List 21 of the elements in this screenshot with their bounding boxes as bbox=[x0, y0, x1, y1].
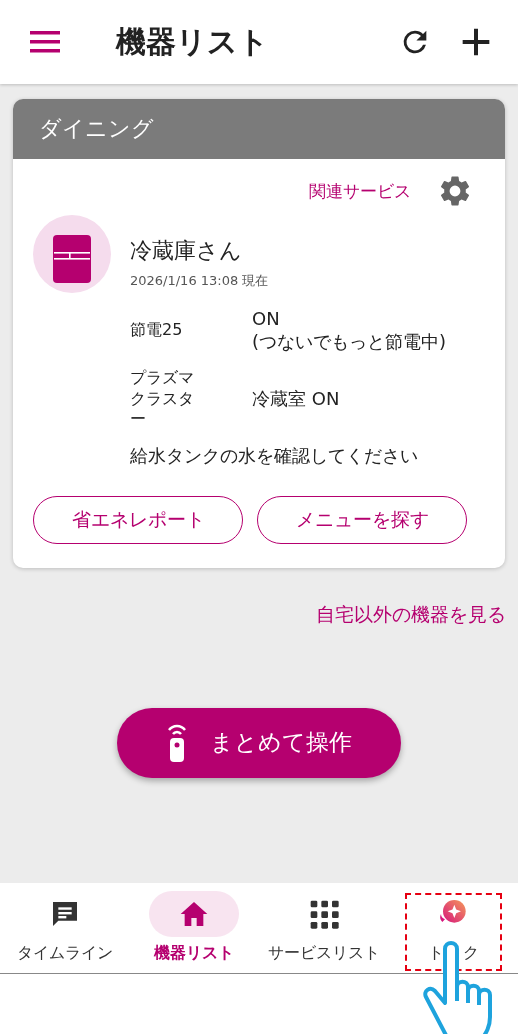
bulk-operation-button[interactable]: まとめて操作 bbox=[117, 707, 401, 778]
property-value: 冷蔵室 ON bbox=[252, 387, 341, 411]
outline-button[interactable]: 省エネレポート bbox=[33, 495, 243, 544]
fridge-icon bbox=[33, 215, 111, 293]
remote-icon bbox=[166, 723, 188, 762]
room-name: ダイニング bbox=[39, 115, 154, 143]
related-services-link[interactable]: 関連サービス bbox=[309, 179, 411, 203]
device-name: 冷蔵庫さん bbox=[130, 237, 243, 265]
other-devices-link[interactable]: 自宅以外の機器を見る bbox=[316, 601, 506, 628]
page-title: 機器リスト bbox=[116, 22, 270, 61]
timestamp: 2026/1/16 13:08 現在 bbox=[130, 272, 269, 290]
status-message: 給水タンクの水を確認してください bbox=[130, 444, 419, 468]
menu-icon[interactable] bbox=[30, 31, 60, 53]
property-label: 節電25 bbox=[130, 320, 184, 341]
property-label: プラズマクラスター bbox=[130, 367, 195, 431]
nav-tab[interactable]: タイムライン bbox=[0, 883, 130, 973]
property-value: ON (つないでもっと節電中) bbox=[252, 307, 448, 354]
nav-tab[interactable]: 機器リスト bbox=[129, 883, 259, 973]
add-icon[interactable] bbox=[460, 26, 492, 58]
outline-button[interactable]: メニューを探す bbox=[257, 495, 467, 544]
nav-tab[interactable]: サービスリスト bbox=[259, 883, 389, 973]
